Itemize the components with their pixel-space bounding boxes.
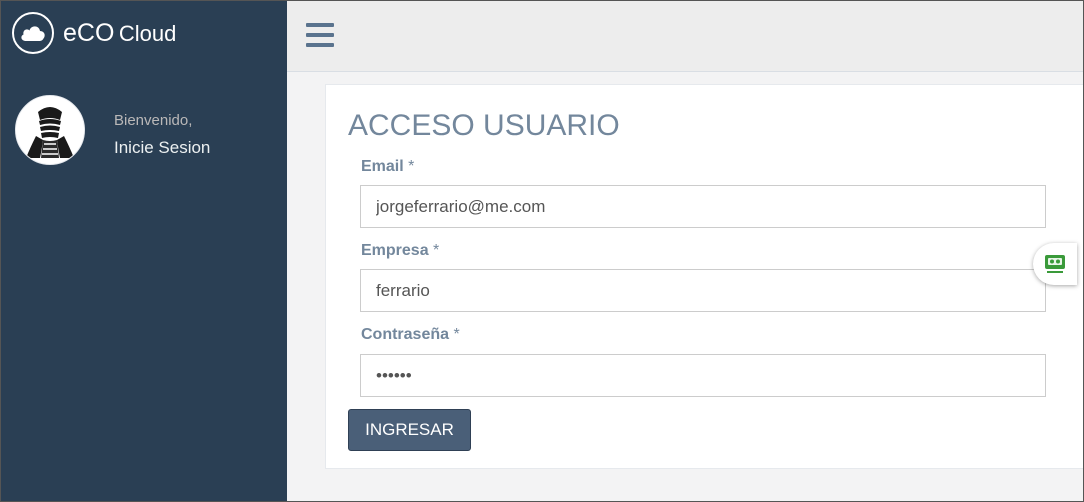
password-label: Contraseña * [361,326,460,344]
avatar [15,95,85,165]
login-button[interactable]: INGRESAR [348,409,471,451]
brand-name: eCO [63,18,115,47]
required-mark: * [408,158,415,175]
brand-subtitle: Cloud [118,20,177,46]
company-label-text: Empresa [361,242,429,259]
email-label-text: Email [361,158,404,175]
company-label: Empresa * [361,242,439,260]
brand-title: eCO Cloud [63,19,176,48]
page-title: ACCESO USUARIO [348,109,620,142]
cloud-icon [12,12,54,54]
required-mark: * [433,242,440,259]
required-mark: * [453,326,460,343]
password-field[interactable] [360,354,1046,397]
email-label: Email * [361,158,414,176]
top-nav [287,1,1083,72]
brand[interactable]: eCO Cloud [12,11,176,55]
password-label-text: Contraseña [361,326,450,343]
sidebar: eCO Cloud Bienvenido, Inicie Sesion [1,1,287,501]
app-window: eCO Cloud Bienvenido, Inicie Sesion ACCE… [0,0,1084,502]
hamburger-menu-icon[interactable] [306,23,334,47]
company-field[interactable] [360,269,1046,312]
welcome-text: Bienvenido, [114,112,193,129]
robot-extension-icon[interactable] [1033,243,1077,285]
email-field[interactable] [360,185,1046,228]
login-panel: ACCESO USUARIO Email * Empresa * Contras… [325,84,1083,469]
login-link[interactable]: Inicie Sesion [114,138,210,158]
